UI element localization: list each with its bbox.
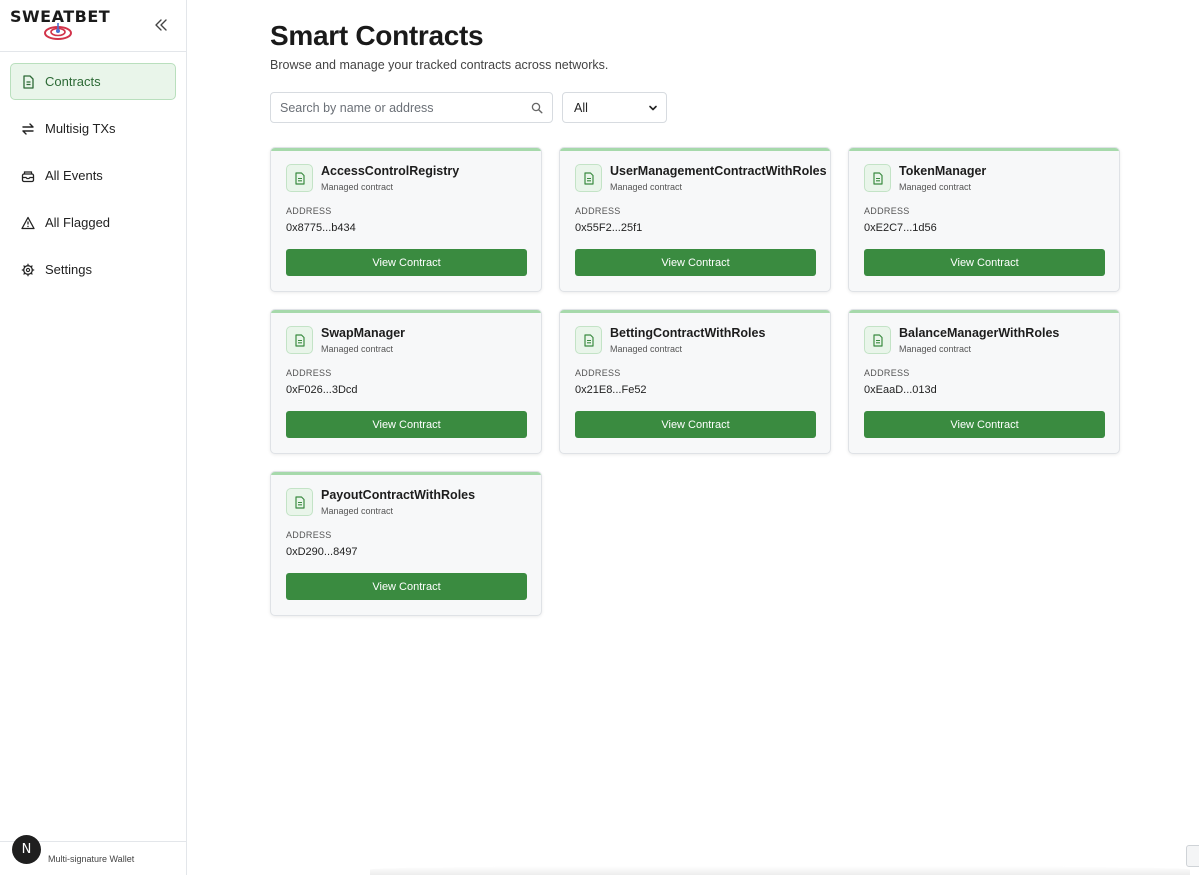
contract-address: 0x55F2...25f1 <box>575 222 643 234</box>
contract-subtitle: Managed contract <box>321 344 394 354</box>
sidebar-item-all-flagged[interactable]: All Flagged <box>10 204 176 241</box>
contract-subtitle: Managed contract <box>899 344 972 354</box>
sweatbet-logo[interactable]: SWEATBET <box>10 7 110 41</box>
contract-address: 0xD290...8497 <box>286 546 358 558</box>
logo-mark-icon <box>44 23 72 40</box>
contract-card: BalanceManagerWithRoles Managed contract… <box>848 309 1120 454</box>
contract-address: 0x21E8...Fe52 <box>575 384 647 396</box>
contract-card: AccessControlRegistry Managed contract A… <box>270 147 542 292</box>
view-contract-button[interactable]: View Contract <box>864 249 1105 276</box>
sidebar-item-label: All Events <box>45 168 103 183</box>
view-contract-button[interactable]: View Contract <box>286 249 527 276</box>
contract-name: PayoutContractWithRoles <box>321 488 476 502</box>
view-contract-button[interactable]: View Contract <box>286 573 527 600</box>
search-icon <box>531 102 543 114</box>
contract-subtitle: Managed contract <box>610 182 683 192</box>
contract-card: SwapManager Managed contract ADDRESS 0xF… <box>270 309 542 454</box>
view-contract-button[interactable]: View Contract <box>864 411 1105 438</box>
avatar[interactable]: N <box>12 835 41 864</box>
double-chevron-left-icon <box>155 19 167 31</box>
address-label: ADDRESS <box>575 368 621 378</box>
contract-address: 0xE2C7...1d56 <box>864 222 937 234</box>
network-filter-select[interactable]: All <box>562 92 667 123</box>
page-title: Smart Contracts <box>270 20 484 51</box>
chevron-down-icon <box>649 105 657 110</box>
contract-name: TokenManager <box>899 164 987 178</box>
document-icon <box>864 326 891 354</box>
document-icon <box>20 74 36 90</box>
swap-arrows-icon <box>20 121 36 137</box>
view-contract-button[interactable]: View Contract <box>286 411 527 438</box>
contract-address: 0xF026...3Dcd <box>286 384 358 396</box>
sidebar-footer: N Multi-signature Wallet <box>0 835 186 875</box>
address-label: ADDRESS <box>575 206 621 216</box>
contract-card: UserManagementContractWithRoles Managed … <box>559 147 831 292</box>
view-contract-button[interactable]: View Contract <box>575 249 816 276</box>
network-filter-value: All <box>574 100 588 115</box>
page-subtitle: Browse and manage your tracked contracts… <box>270 58 609 72</box>
sidebar-nav: Contracts Multisig TXs All Events All Fl… <box>0 52 186 288</box>
sidebar-item-contracts[interactable]: Contracts <box>10 63 176 100</box>
sidebar-item-all-events[interactable]: All Events <box>10 157 176 194</box>
contract-card: PayoutContractWithRoles Managed contract… <box>270 471 542 616</box>
bottom-edge-shadow <box>370 866 1190 875</box>
gear-icon <box>20 262 36 278</box>
address-label: ADDRESS <box>286 530 332 540</box>
contract-card: TokenManager Managed contract ADDRESS 0x… <box>848 147 1120 292</box>
view-contract-button[interactable]: View Contract <box>575 411 816 438</box>
sidebar-item-label: Settings <box>45 262 92 277</box>
wallet-type-label: Multi-signature Wallet <box>48 854 135 864</box>
brand-header: SWEATBET <box>0 0 186 52</box>
contract-subtitle: Managed contract <box>899 182 972 192</box>
document-icon <box>575 164 602 192</box>
inbox-icon <box>20 168 36 184</box>
search-input[interactable] <box>271 93 521 122</box>
sidebar-item-label: Multisig TXs <box>45 121 116 136</box>
contract-subtitle: Managed contract <box>610 344 683 354</box>
corner-scroll-tab[interactable] <box>1186 845 1199 867</box>
contract-subtitle: Managed contract <box>321 506 394 516</box>
sidebar-item-label: Contracts <box>45 74 101 89</box>
document-icon <box>575 326 602 354</box>
contract-name: BalanceManagerWithRoles <box>899 326 1060 340</box>
document-icon <box>864 164 891 192</box>
contract-name: UserManagementContractWithRoles <box>610 164 827 178</box>
address-label: ADDRESS <box>864 206 910 216</box>
address-label: ADDRESS <box>286 368 332 378</box>
contract-address: 0xEaaD...013d <box>864 384 937 396</box>
document-icon <box>286 488 313 516</box>
sidebar-item-multisig-txs[interactable]: Multisig TXs <box>10 110 176 147</box>
sidebar-item-label: All Flagged <box>45 215 111 230</box>
warning-icon <box>20 215 36 231</box>
address-label: ADDRESS <box>286 206 332 216</box>
sidebar-item-settings[interactable]: Settings <box>10 251 176 288</box>
search-field <box>270 92 553 123</box>
contract-address: 0x8775...b434 <box>286 222 356 234</box>
document-icon <box>286 326 313 354</box>
contract-name: BettingContractWithRoles <box>610 326 766 340</box>
contract-name: AccessControlRegistry <box>321 164 460 178</box>
contract-subtitle: Managed contract <box>321 182 394 192</box>
contract-name: SwapManager <box>321 326 406 340</box>
contract-card: BettingContractWithRoles Managed contrac… <box>559 309 831 454</box>
collapse-sidebar-button[interactable] <box>150 14 172 36</box>
address-label: ADDRESS <box>864 368 910 378</box>
sidebar: SWEATBET Contracts Multisig TXs All Even… <box>0 0 187 875</box>
document-icon <box>286 164 313 192</box>
